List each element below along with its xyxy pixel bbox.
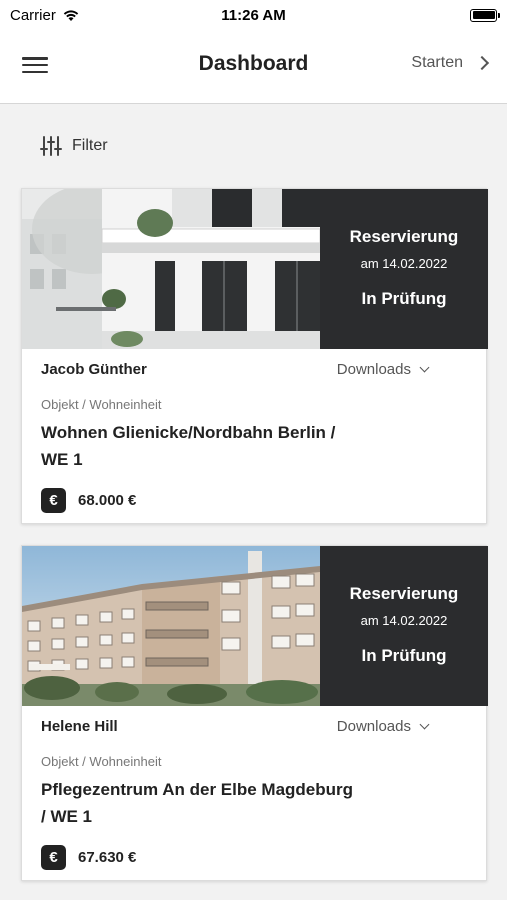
status-title: Reservierung: [349, 584, 459, 603]
wifi-icon: [63, 10, 79, 21]
chevron-down-icon: [419, 719, 430, 730]
property-photo: [22, 546, 320, 706]
price: 68.000 €: [78, 492, 137, 509]
customer-name: Jacob Günther: [41, 361, 147, 378]
status-bar: Carrier 11:26 AM: [0, 0, 507, 30]
navigation-bar: Dashboard Starten: [0, 30, 507, 104]
status-title: Reservierung: [349, 227, 459, 246]
object-label: Objekt / Wohneinheit: [41, 397, 162, 412]
start-button[interactable]: Starten: [411, 54, 490, 72]
chevron-right-icon: [474, 55, 490, 71]
status-date: am 14.02.2022: [360, 613, 448, 628]
reservation-status-panel: Reservierung am 14.02.2022 In Prüfung: [320, 189, 488, 349]
euro-icon: €: [41, 845, 66, 870]
price-row: € 67.630 €: [41, 845, 136, 870]
reservation-status-panel: Reservierung am 14.02.2022 In Prüfung: [320, 546, 488, 706]
hamburger-menu-icon[interactable]: [22, 54, 48, 76]
price: 67.630 €: [78, 849, 137, 866]
reservation-card[interactable]: Reservierung am 14.02.2022 In Prüfung Ja…: [21, 188, 488, 524]
downloads-label: Downloads: [336, 361, 411, 378]
object-title: Wohnen Glienicke/Nordbahn Berlin / WE 1: [41, 423, 336, 469]
downloads-dropdown[interactable]: Downloads: [336, 361, 430, 378]
reservation-card[interactable]: Reservierung am 14.02.2022 In Prüfung He…: [21, 545, 488, 881]
downloads-label: Downloads: [336, 718, 411, 735]
filter-button[interactable]: Filter: [40, 135, 108, 157]
battery-icon: [470, 8, 500, 22]
object-label: Objekt / Wohneinheit: [41, 754, 162, 769]
card-media: Reservierung am 14.02.2022 In Prüfung: [22, 189, 488, 349]
chevron-down-icon: [419, 362, 430, 373]
status-date: am 14.02.2022: [360, 256, 448, 271]
customer-name: Helene Hill: [41, 718, 118, 735]
status-state: In Prüfung: [361, 646, 447, 665]
carrier-label: Carrier: [10, 6, 56, 24]
downloads-dropdown[interactable]: Downloads: [336, 718, 430, 735]
sliders-icon: [40, 136, 62, 156]
object-title: Pflegezentrum An der Elbe Magdeburg / WE…: [41, 780, 354, 826]
euro-icon: €: [41, 488, 66, 513]
price-row: € 68.000 €: [41, 488, 136, 513]
property-photo: [22, 189, 320, 349]
status-state: In Prüfung: [361, 289, 447, 308]
filter-label: Filter: [72, 137, 108, 154]
card-media: Reservierung am 14.02.2022 In Prüfung: [22, 546, 488, 706]
start-button-label: Starten: [411, 54, 463, 71]
status-left: Carrier: [10, 7, 80, 24]
